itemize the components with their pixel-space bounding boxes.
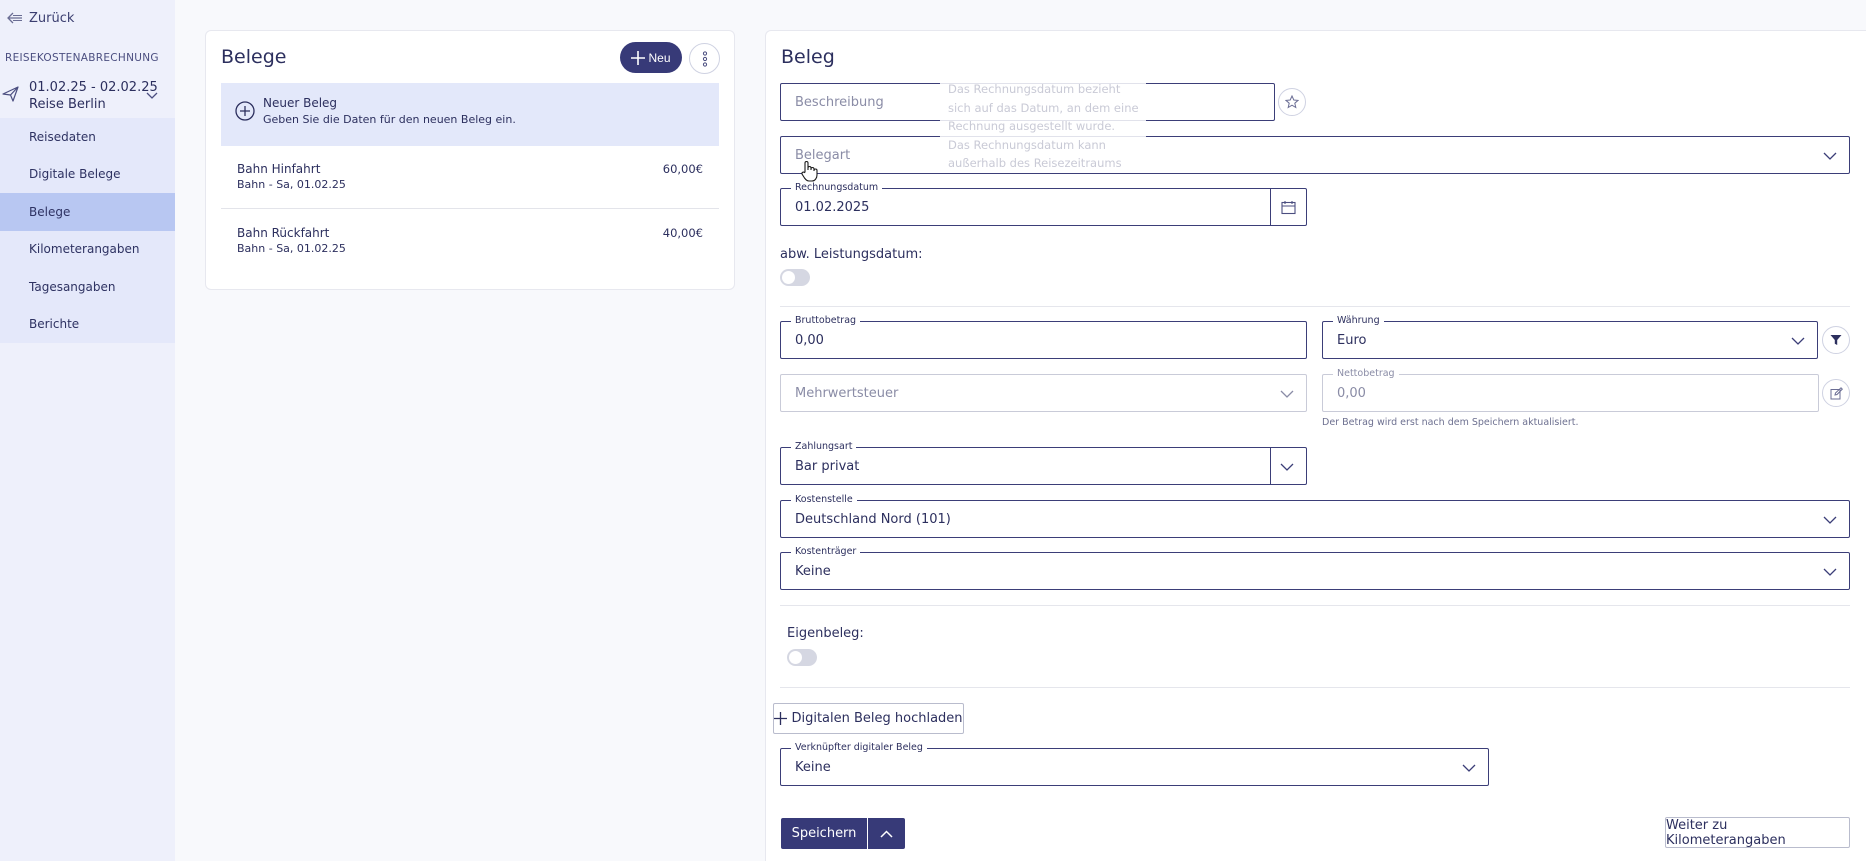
netto-hint: Der Betrag wird erst nach dem Speichern …	[1322, 417, 1579, 428]
new-button-label: Neu	[648, 50, 671, 65]
belege-list-card: Belege Neu Neuer Beleg Geben Sie die Dat…	[205, 30, 735, 290]
new-entry-item[interactable]: Neuer Beleg Geben Sie die Daten für den …	[221, 83, 719, 146]
sidebar-nav: Reisedaten Digitale Belege Belege Kilome…	[0, 118, 175, 343]
trip-name: Reise Berlin	[29, 97, 106, 112]
chevron-down-icon	[146, 89, 158, 104]
plus-icon	[631, 50, 646, 65]
kostenstelle-select[interactable]: Kostenstelle Deutschland Nord (101)	[780, 493, 1850, 538]
zahlungsart-label: Zahlungsart	[791, 440, 857, 454]
save-button[interactable]: Speichern	[781, 818, 867, 849]
trip-dates: 01.02.25 - 02.02.25	[29, 80, 158, 95]
nettobetrag-input: Nettobetrag 0,00	[1322, 367, 1819, 412]
kostenstelle-label: Kostenstelle	[791, 493, 857, 507]
zahlungsart-select[interactable]: Zahlungsart Bar privat	[780, 440, 1307, 485]
sidebar-item-berichte[interactable]: Berichte	[0, 306, 175, 344]
verknuepft-value: Keine	[795, 760, 831, 775]
plus-circle-icon	[235, 101, 255, 125]
mehrwertsteuer-select[interactable]: Mehrwertsteuer	[780, 374, 1307, 412]
chevron-down-icon	[1791, 335, 1805, 350]
filter-icon	[1830, 335, 1842, 345]
zahlungsart-value: Bar privat	[795, 459, 860, 474]
chevron-down-icon	[1823, 514, 1837, 529]
nettobetrag-label: Nettobetrag	[1333, 367, 1399, 381]
favorite-button[interactable]	[1278, 88, 1306, 116]
edit-netto-button[interactable]	[1822, 379, 1850, 407]
kostentraeger-select[interactable]: Kostenträger Keine	[780, 545, 1850, 590]
form-title: Beleg	[781, 46, 835, 68]
verknuepft-label: Verknüpfter digitaler Beleg	[791, 741, 927, 755]
rechnungsdatum-tooltip: Das Rechnungsdatum bezieht sich auf das …	[940, 80, 1146, 172]
field-separator	[1270, 189, 1271, 225]
chevron-down-icon[interactable]	[1280, 461, 1294, 476]
eigenbeleg-toggle[interactable]	[787, 649, 817, 666]
next-kilometerangaben-button[interactable]: Weiter zu Kilometerangaben	[1665, 817, 1850, 848]
new-entry-subtitle: Geben Sie die Daten für den neuen Beleg …	[263, 113, 516, 126]
edit-icon	[1830, 386, 1843, 399]
save-options-button[interactable]	[868, 818, 905, 849]
chevron-up-icon	[880, 829, 893, 838]
back-label: Zurück	[29, 10, 75, 26]
arrow-left-icon	[0, 12, 29, 24]
back-link[interactable]: Zurück	[0, 8, 74, 28]
list-item[interactable]: Bahn Rückfahrt Bahn - Sa, 01.02.25 40,00…	[221, 210, 719, 273]
waehrung-label: Währung	[1333, 314, 1384, 328]
hand-cursor-icon	[800, 160, 818, 186]
divider	[780, 605, 1850, 606]
field-separator	[1270, 448, 1271, 484]
sidebar: Zurück REISEKOSTENABRECHNUNG 01.02.25 - …	[0, 0, 175, 861]
entry-detail: Bahn - Sa, 01.02.25	[237, 242, 346, 255]
entry-name: Bahn Rückfahrt	[237, 226, 330, 240]
sidebar-item-tagesangaben[interactable]: Tagesangaben	[0, 268, 175, 306]
more-options-button[interactable]	[689, 43, 720, 74]
eigenbeleg-label: Eigenbeleg:	[787, 626, 864, 641]
upload-label: Digitalen Beleg hochladen	[791, 711, 963, 726]
entry-amount: 60,00€	[662, 162, 703, 176]
sidebar-item-digitale-belege[interactable]: Digitale Belege	[0, 156, 175, 194]
bruttobetrag-label: Bruttobetrag	[791, 314, 861, 328]
calendar-icon[interactable]	[1281, 200, 1296, 219]
upload-digital-beleg-button[interactable]: Digitalen Beleg hochladen	[773, 703, 964, 734]
divider	[780, 306, 1850, 307]
entry-name: Bahn Hinfahrt	[237, 162, 321, 176]
verknuepfter-beleg-select[interactable]: Verknüpfter digitaler Beleg Keine	[780, 741, 1489, 786]
divider	[780, 687, 1850, 688]
rechnungsdatum-field[interactable]: Rechnungsdatum 01.02.2025	[780, 181, 1307, 226]
sidebar-item-reisedaten[interactable]: Reisedaten	[0, 118, 175, 156]
star-icon	[1285, 95, 1299, 109]
kostenstelle-value: Deutschland Nord (101)	[795, 512, 951, 527]
sidebar-item-belege[interactable]: Belege	[0, 193, 175, 231]
new-entry-title: Neuer Beleg	[263, 96, 338, 110]
bruttobetrag-value: 0,00	[795, 333, 824, 348]
chevron-down-icon	[1823, 150, 1837, 165]
bruttobetrag-input[interactable]: Bruttobetrag 0,00	[780, 314, 1307, 359]
list-item[interactable]: Bahn Hinfahrt Bahn - Sa, 01.02.25 60,00€	[221, 146, 719, 209]
kostentraeger-label: Kostenträger	[791, 545, 861, 559]
entry-detail: Bahn - Sa, 01.02.25	[237, 178, 346, 191]
rechnungsdatum-value: 01.02.2025	[795, 200, 870, 215]
mehrwertsteuer-placeholder: Mehrwertsteuer	[795, 386, 899, 401]
leistungsdatum-toggle[interactable]	[780, 269, 810, 286]
kostentraeger-value: Keine	[795, 564, 831, 579]
plus-icon	[774, 712, 788, 725]
entry-amount: 40,00€	[662, 226, 703, 240]
sidebar-item-kilometerangaben[interactable]: Kilometerangaben	[0, 231, 175, 269]
paper-plane-icon	[2, 85, 20, 107]
waehrung-value: Euro	[1337, 333, 1367, 348]
nettobetrag-value: 0,00	[1337, 386, 1366, 401]
chevron-down-icon	[1280, 388, 1294, 403]
kebab-menu-icon	[702, 50, 707, 67]
new-beleg-button[interactable]: Neu	[620, 42, 682, 73]
chevron-down-icon	[1823, 566, 1837, 581]
list-title: Belege	[221, 46, 287, 68]
section-title: REISEKOSTENABRECHNUNG	[5, 52, 159, 64]
beschreibung-placeholder: Beschreibung	[795, 95, 884, 110]
leistungsdatum-label: abw. Leistungsdatum:	[780, 247, 923, 262]
waehrung-select[interactable]: Währung Euro	[1322, 314, 1818, 359]
chevron-down-icon	[1462, 762, 1476, 777]
trip-selector[interactable]: 01.02.25 - 02.02.25 Reise Berlin	[0, 78, 175, 114]
filter-button[interactable]	[1822, 326, 1850, 354]
